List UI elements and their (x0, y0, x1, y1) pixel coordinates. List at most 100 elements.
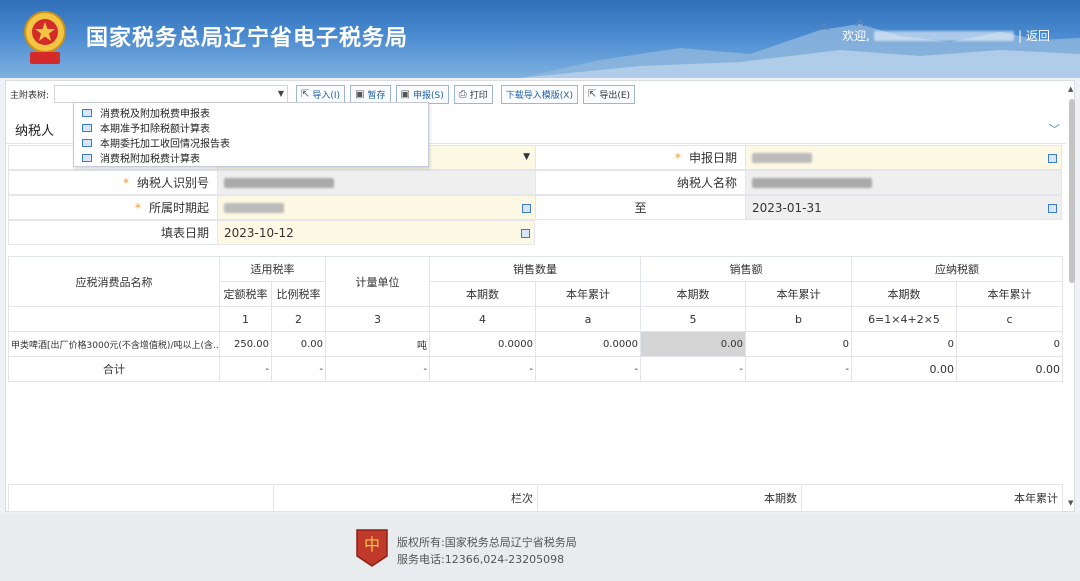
chevron-down-icon: ▼ (523, 152, 530, 162)
period-start-label: * 所属时期起 (8, 195, 217, 220)
tree-item-label: 消费税附加税费计算表 (100, 154, 200, 165)
taxpayer-id-label: * 纳税人识别号 (8, 170, 217, 195)
taxpayer-name-field (745, 170, 1062, 195)
empty-cell (8, 484, 274, 512)
copyright: 版权所有:国家税务总局辽宁省税务局 (397, 536, 577, 549)
header-current: 本期数 (537, 484, 802, 512)
print-icon: ⎙ (458, 88, 467, 100)
scroll-down-icon[interactable]: ▼ (1068, 499, 1073, 507)
tab-taxpayer[interactable]: 纳税人 (15, 120, 54, 139)
col-num: 6=1×4+2×5 (851, 306, 957, 332)
tree-item[interactable]: 消费税附加税费计算表 (74, 150, 428, 165)
product-name-cell[interactable]: 甲类啤酒[出厂价格3000元(不含增值税)/吨以上(含... (8, 331, 220, 357)
header-rate: 适用税率 (219, 256, 326, 282)
service-phone: 服务电话:12366,024-23205098 (397, 553, 565, 566)
chevron-down-icon[interactable]: ﹀ (1049, 121, 1060, 137)
print-button[interactable]: ⎙ 打印 (453, 84, 493, 104)
calendar-icon[interactable] (521, 229, 530, 238)
taxpayer-name-label: 纳税人名称 (535, 170, 745, 195)
tree-item[interactable]: 本期准予扣除税额计算表 (74, 120, 428, 135)
period-end-field: 2023-01-31 (745, 195, 1062, 220)
vertical-scrollbar[interactable] (1069, 99, 1075, 283)
unit-cell: 吨 (325, 331, 430, 357)
table-row: 甲类啤酒[出厂价格3000元(不含增值税)/吨以上(含... 250.00 0.… (8, 331, 1063, 357)
import-label: 导入(I) (312, 90, 341, 101)
ratio-rate-cell: 0.00 (271, 331, 326, 357)
total-label: 合计 (8, 356, 220, 382)
header-rate-fixed: 定额税率 (219, 281, 272, 307)
form-icon (82, 138, 92, 147)
chevron-down-icon: ▼ (277, 89, 284, 98)
total-row: 合计 - - - - - - - 0.00 0.00 (8, 356, 1063, 382)
scroll-up-icon[interactable]: ▲ (1068, 85, 1073, 93)
total-dash: - (325, 356, 430, 382)
col-num: 4 (429, 306, 536, 332)
form-tree-select[interactable]: ▼ (54, 85, 288, 103)
col-num: a (535, 306, 641, 332)
form-icon (82, 108, 92, 117)
declare-button[interactable]: ▣ 申报(S) (395, 84, 449, 104)
form-icon (82, 153, 92, 162)
import-button[interactable]: ⇱ 导入(I) (296, 84, 346, 104)
tree-label: 主附表树: (10, 90, 50, 101)
save-draft-button[interactable]: ▣ 暂存 (350, 84, 391, 104)
calendar-icon[interactable] (522, 204, 531, 213)
taxpayer-id-field (217, 170, 535, 195)
total-dash: - (271, 356, 326, 382)
declare-date-label: * 申报日期 (535, 145, 745, 170)
col-num: 1 (219, 306, 272, 332)
save-icon: ▣ (355, 88, 365, 100)
svg-text:中: 中 (364, 535, 380, 554)
export-button[interactable]: ⇱ 导出(E) (582, 84, 636, 104)
header-sales-qty: 销售数量 (429, 256, 641, 282)
site-title: 国家税务总局辽宁省电子税务局 (86, 26, 409, 51)
save-label: 暂存 (367, 90, 386, 101)
header-name: 应税消费品名称 (8, 256, 220, 307)
header-row-no: 栏次 (273, 484, 538, 512)
tree-item-label: 消费税及附加税费申报表 (100, 109, 210, 120)
header-separator: | (1017, 28, 1022, 43)
footer-text: 版权所有:国家税务总局辽宁省税务局 服务电话:12366,024-2320509… (397, 534, 577, 568)
summary-table: 栏次 本期数 本年累计 (8, 484, 1063, 512)
header-sales-amt: 销售额 (640, 256, 852, 282)
total-dash: - (535, 356, 641, 382)
header-unit: 计量单位 (325, 256, 430, 307)
import-icon: ⇱ (301, 88, 310, 100)
col-num: c (956, 306, 1063, 332)
declare-date-field[interactable] (745, 145, 1062, 170)
amount-ytd-cell: 0 (745, 331, 852, 357)
col-num: 3 (325, 306, 430, 332)
amount-current-input[interactable]: 0.00 (640, 331, 746, 357)
fill-date-field[interactable]: 2023-10-12 (217, 220, 535, 245)
site-header: 国家税务总局辽宁省电子税务局 欢迎, | 返回 (0, 0, 1080, 78)
declare-icon: ▣ (400, 88, 410, 100)
calendar-icon[interactable] (1048, 204, 1057, 213)
tree-item-label: 本期委托加工收回情况报告表 (100, 139, 230, 150)
header-ytd: 本年累计 (801, 484, 1063, 512)
tree-item[interactable]: 本期委托加工收回情况报告表 (74, 135, 428, 150)
col-num: 5 (640, 306, 746, 332)
export-icon: ⇱ (587, 88, 597, 100)
fixed-rate-cell: 250.00 (219, 331, 272, 357)
col-num: 2 (271, 306, 326, 332)
tax-ytd-cell: 0 (956, 331, 1063, 357)
tree-item-label: 本期准予扣除税额计算表 (100, 124, 210, 135)
user-area: 欢迎, | 返回 (842, 27, 1050, 44)
export-label: 导出(E) (599, 90, 631, 101)
download-template-button[interactable]: 下载导入模版(X) (500, 84, 578, 104)
tax-current-cell: 0 (851, 331, 957, 357)
calendar-icon[interactable] (1048, 154, 1057, 163)
tax-logo-icon: 中 (356, 529, 388, 567)
total-tax-ytd: 0.00 (956, 356, 1063, 382)
tree-item[interactable]: 消费税及附加税费申报表 (74, 105, 428, 120)
header-cur: 本期数 (640, 281, 746, 307)
back-link[interactable]: 返回 (1026, 27, 1050, 44)
tax-emblem-icon (24, 11, 66, 64)
period-start-field[interactable] (217, 195, 535, 220)
column-number-row: 1 2 3 4 a 5 b 6=1×4+2×5 c (8, 306, 1063, 332)
total-dash: - (640, 356, 746, 382)
fill-date-label: 填表日期 (8, 220, 217, 245)
qty-current-input[interactable]: 0.0000 (429, 331, 536, 357)
welcome-text: 欢迎, (842, 29, 870, 43)
header-tax: 应纳税额 (851, 256, 1063, 282)
